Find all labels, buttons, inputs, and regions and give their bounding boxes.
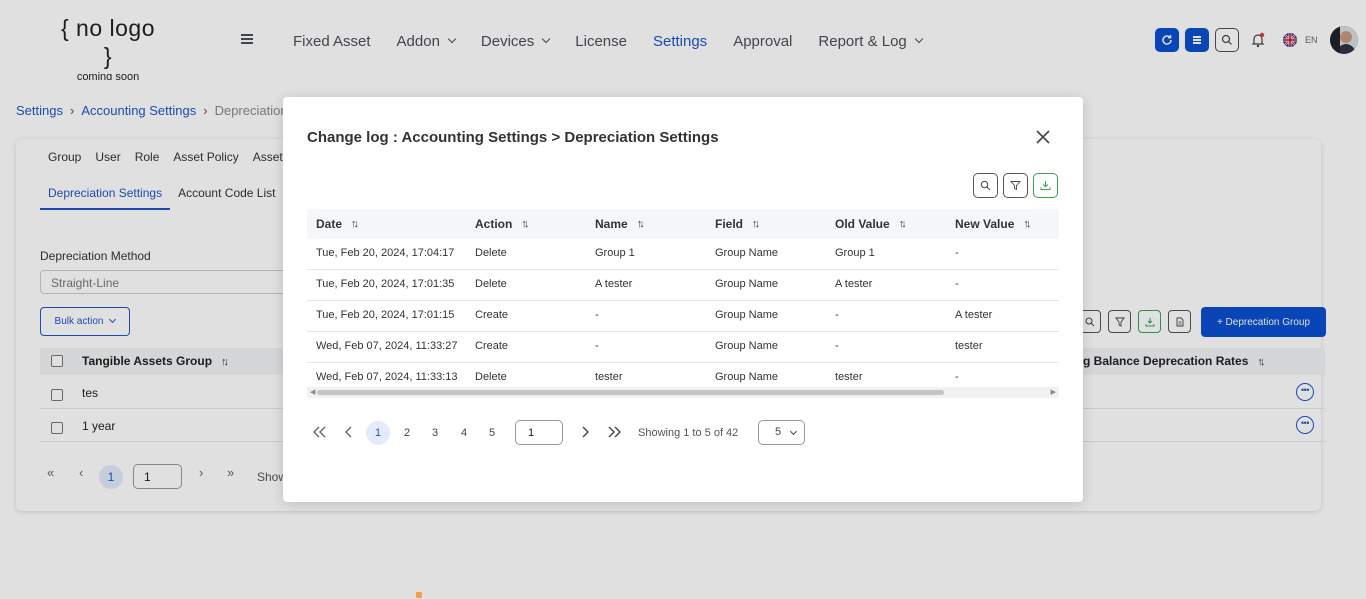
last-page-icon[interactable]: [607, 425, 621, 442]
page-1-button[interactable]: 1: [366, 421, 390, 445]
page-number-input[interactable]: 1: [515, 420, 563, 445]
col-field[interactable]: Field ↑↓: [715, 217, 760, 231]
cell-new-value: -: [955, 278, 959, 290]
modal-title: Change log : Accounting Settings > Depre…: [307, 129, 719, 146]
page-3-button[interactable]: 3: [423, 421, 447, 445]
cell-new-value: -: [955, 247, 959, 259]
cell-field: Group Name: [715, 340, 778, 352]
change-log-modal: Change log : Accounting Settings > Depre…: [283, 97, 1083, 502]
cell-date: Wed, Feb 07, 2024, 11:33:27: [316, 340, 458, 352]
cell-new-value: A tester: [955, 309, 993, 321]
table-row: Wed, Feb 07, 2024, 11:33:27 Create - Gro…: [307, 332, 1059, 363]
page-5-button[interactable]: 5: [480, 421, 504, 445]
table-row: Tue, Feb 20, 2024, 17:04:17 Delete Group…: [307, 239, 1059, 270]
cell-name: tester: [595, 371, 623, 383]
cell-old-value: -: [835, 340, 839, 352]
cell-date: Tue, Feb 20, 2024, 17:04:17: [316, 247, 455, 259]
horizontal-scrollbar[interactable]: ◀ ▶: [307, 387, 1059, 398]
cursor-indicator: [416, 592, 422, 598]
cell-field: Group Name: [715, 309, 778, 321]
col-name[interactable]: Name ↑↓: [595, 217, 645, 231]
scroll-left-icon[interactable]: ◀: [310, 388, 315, 396]
cell-name: Group 1: [595, 247, 635, 259]
cell-action: Create: [475, 309, 509, 321]
first-page-icon[interactable]: [313, 425, 327, 442]
cell-new-value: -: [955, 371, 959, 383]
cell-date: Tue, Feb 20, 2024, 17:01:15: [316, 309, 455, 321]
col-old-value[interactable]: Old Value ↑↓: [835, 217, 907, 231]
chevron-down-icon: [789, 427, 798, 436]
cell-field: Group Name: [715, 278, 778, 290]
page-4-button[interactable]: 4: [452, 421, 476, 445]
page-2-button[interactable]: 2: [395, 421, 419, 445]
cell-field: Group Name: [715, 371, 778, 383]
download-icon: [1040, 181, 1051, 190]
per-page-select[interactable]: 5: [758, 420, 805, 445]
cell-old-value: A tester: [835, 278, 873, 290]
prev-page-icon[interactable]: [345, 425, 353, 442]
cell-old-value: tester: [835, 371, 863, 383]
cell-field: Group Name: [715, 247, 778, 259]
cell-name: -: [595, 309, 599, 321]
cell-action: Delete: [475, 371, 507, 383]
showing-text: Showing 1 to 5 of 42: [638, 427, 739, 439]
cell-name: -: [595, 340, 599, 352]
cell-date: Wed, Feb 07, 2024, 11:33:13: [316, 371, 458, 383]
log-search-button[interactable]: [973, 173, 998, 198]
cell-old-value: -: [835, 309, 839, 321]
table-row: Tue, Feb 20, 2024, 17:01:15 Create - Gro…: [307, 301, 1059, 332]
col-action[interactable]: Action ↑↓: [475, 217, 529, 231]
filter-icon: [1010, 181, 1021, 191]
scrollbar-thumb[interactable]: [317, 390, 944, 395]
cell-name: A tester: [595, 278, 633, 290]
close-icon[interactable]: [1035, 129, 1051, 145]
scroll-right-icon[interactable]: ▶: [1051, 388, 1056, 396]
table-header: Date ↑↓ Action ↑↓ Name ↑↓ Field ↑↓ Old Value…: [307, 209, 1059, 239]
cell-action: Delete: [475, 247, 507, 259]
cell-action: Delete: [475, 278, 507, 290]
cell-action: Create: [475, 340, 509, 352]
cell-date: Tue, Feb 20, 2024, 17:01:35: [316, 278, 455, 290]
col-date[interactable]: Date ↑↓: [316, 217, 359, 231]
table-row: Tue, Feb 20, 2024, 17:01:35 Delete A tes…: [307, 270, 1059, 301]
search-icon: [980, 180, 991, 191]
col-new-value[interactable]: New Value ↑↓: [955, 217, 1031, 231]
log-filter-button[interactable]: [1003, 173, 1028, 198]
cell-new-value: tester: [955, 340, 983, 352]
log-download-button[interactable]: [1033, 173, 1058, 198]
cell-old-value: Group 1: [835, 247, 875, 259]
change-log-table: Date ↑↓ Action ↑↓ Name ↑↓ Field ↑↓ Old Value…: [307, 209, 1059, 393]
next-page-icon[interactable]: [581, 425, 589, 442]
